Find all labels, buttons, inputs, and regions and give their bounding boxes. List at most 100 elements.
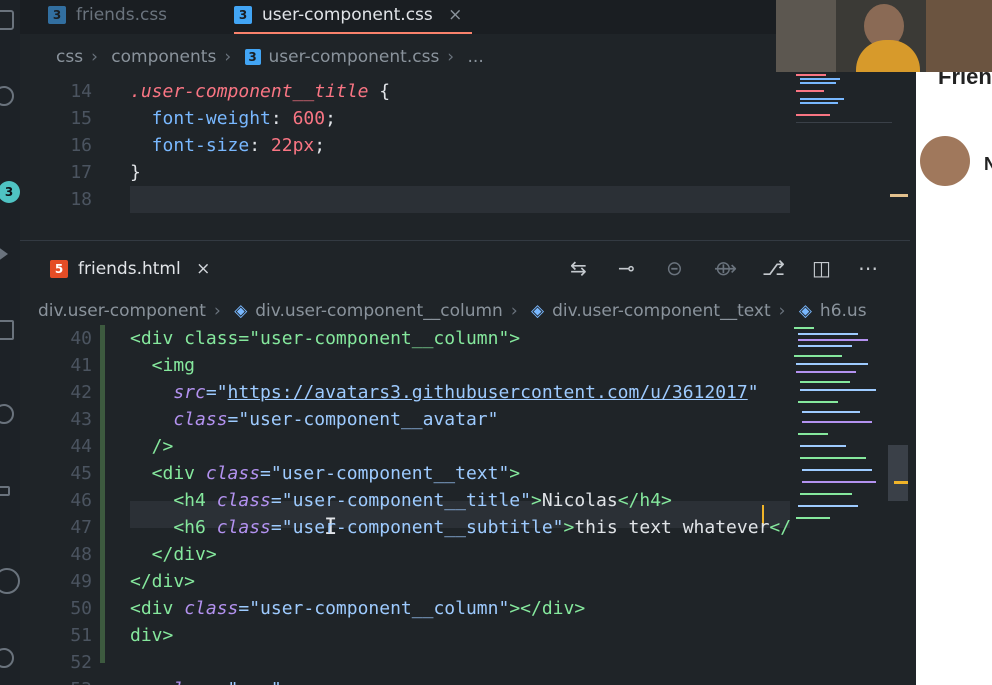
code-token: ="user-component__text" <box>260 463 510 484</box>
source-control-badge: 3 <box>0 181 20 203</box>
line-number: 43 <box>70 409 92 430</box>
split-editor-icon[interactable]: ◫ <box>812 256 831 280</box>
code-token: ="user-component__title" <box>270 490 531 511</box>
line-number: 44 <box>70 436 92 457</box>
breadcrumb-item[interactable]: components <box>111 47 216 67</box>
code-text[interactable]: class="user-component__avatar" <box>130 406 498 433</box>
code-text[interactable]: font-size: 22px; <box>130 132 325 159</box>
code-text[interactable]: src="https://avatars3.githubusercontent.… <box>130 379 759 406</box>
html-minimap[interactable] <box>790 325 910 685</box>
code-token: ="user-component__column" <box>238 598 510 619</box>
compare-changes-icon[interactable]: ⇆ <box>570 256 587 280</box>
breadcrumb-item[interactable]: ... <box>468 47 484 67</box>
code-text[interactable]: } <box>130 159 141 186</box>
line-number: 42 <box>70 382 92 403</box>
breadcrumb-item[interactable]: h6.us <box>820 301 867 321</box>
close-icon[interactable]: × <box>196 259 210 279</box>
browser-preview-panel: Frien N <box>916 0 992 685</box>
cube-icon: ◈ <box>234 301 248 321</box>
code-token: Nicolas <box>541 490 618 511</box>
run-icon[interactable] <box>0 244 8 264</box>
code-token: font-weight <box>130 108 271 129</box>
css-editor[interactable]: 14 .user-component__title {15 font-weight… <box>20 78 790 238</box>
tab-user-component-css[interactable]: 3 user-component.css × <box>234 0 473 34</box>
code-token: ></div> <box>509 598 586 619</box>
code-text[interactable]: </div> <box>130 541 217 568</box>
code-text[interactable]: .user-component__title { <box>130 78 390 105</box>
code-text[interactable]: div> <box>130 622 173 649</box>
breadcrumb-item[interactable]: div.user-component__column <box>255 301 503 321</box>
code-token: av <box>130 679 163 685</box>
code-text[interactable]: font-weight: 600; <box>130 105 336 132</box>
code-text[interactable]: <img <box>130 352 195 379</box>
code-token: { <box>368 81 391 102</box>
search-icon[interactable] <box>0 86 14 106</box>
code-text[interactable]: <div class="user-component__column"></di… <box>130 595 585 622</box>
breadcrumb: div.user-component › ◈ div.user-component_… <box>38 301 867 321</box>
code-token: : <box>270 108 293 129</box>
code-token: ="nav" <box>217 679 282 685</box>
code-text[interactable]: av class="nav"> <box>130 676 293 685</box>
code-token: > <box>563 517 575 538</box>
code-token: class <box>216 490 271 511</box>
remote-icon[interactable] <box>0 404 14 424</box>
line-number: 50 <box>70 598 92 619</box>
tab-friends-css[interactable]: 3 friends.css <box>48 0 167 32</box>
breadcrumb-item[interactable]: div.user-component__text <box>552 301 771 321</box>
code-token: class <box>130 409 228 430</box>
code-token: class <box>163 679 217 685</box>
code-token: } <box>130 162 141 183</box>
code-token: class <box>216 517 271 538</box>
line-number: 47 <box>70 517 92 538</box>
code-token: font-size <box>130 135 250 156</box>
close-icon[interactable]: × <box>448 5 462 25</box>
cube-icon: ◈ <box>798 301 812 321</box>
code-text[interactable]: /> <box>130 433 174 460</box>
extensions-icon[interactable] <box>0 320 14 340</box>
activity-bar: 3 <box>0 0 20 685</box>
line-number: 16 <box>70 135 92 156</box>
code-text[interactable]: <h6 class="user-component__subtitle">thi… <box>130 514 790 541</box>
code-token: this text whatever <box>574 517 770 538</box>
html-editor[interactable]: I 40 <div class="user-component__column">… <box>20 325 790 685</box>
code-token: ; <box>325 108 336 129</box>
tab-label: user-component.css <box>262 5 433 25</box>
code-token: ; <box>314 135 326 156</box>
code-token: <div class="user-component__column"> <box>130 328 521 349</box>
settings-gear-icon[interactable] <box>0 648 14 668</box>
account-icon[interactable] <box>0 568 20 594</box>
code-token: src <box>130 382 206 403</box>
code-token: " <box>747 382 759 403</box>
next-change-icon[interactable]: ⟴ <box>714 256 737 280</box>
code-token: <div <box>130 598 185 619</box>
tab-label: friends.html <box>78 259 181 279</box>
css-minimap[interactable] <box>790 70 910 240</box>
code-token: ="user-component__subtitle" <box>270 517 564 538</box>
line-number: 40 <box>70 328 92 349</box>
revert-change-icon[interactable]: ⊝ <box>666 256 683 280</box>
code-text[interactable]: <h4 class="user-component__title">Nicola… <box>130 487 672 514</box>
code-token: div> <box>130 625 174 646</box>
tab-friends-html[interactable]: 5 friends.html × <box>50 254 210 284</box>
previous-change-icon[interactable]: ⊸ <box>618 256 635 280</box>
line-number: 53 <box>20 676 92 685</box>
code-token: <h4 <box>130 490 217 511</box>
current-line-highlight <box>130 186 790 213</box>
code-token: class <box>184 598 239 619</box>
code-token: </ <box>769 517 790 538</box>
breadcrumb-item[interactable]: css <box>56 47 83 67</box>
git-gutter-indicator <box>100 325 105 663</box>
line-number: 18 <box>70 189 92 210</box>
explorer-icon[interactable] <box>0 10 14 30</box>
code-token: 600 <box>292 108 326 129</box>
code-text[interactable]: <div class="user-component__text"> <box>130 460 520 487</box>
line-number: 48 <box>70 544 92 565</box>
code-text[interactable]: </div> <box>130 568 195 595</box>
more-actions-icon[interactable]: ⋯ <box>858 256 878 280</box>
breadcrumb-item[interactable]: div.user-component <box>38 301 206 321</box>
git-branch-icon[interactable]: ⎇ <box>762 256 785 280</box>
docker-icon[interactable] <box>0 486 10 496</box>
code-token: <div <box>130 463 206 484</box>
code-text[interactable]: <div class="user-component__column"> <box>130 325 520 352</box>
breadcrumb-item[interactable]: user-component.css <box>269 47 440 67</box>
